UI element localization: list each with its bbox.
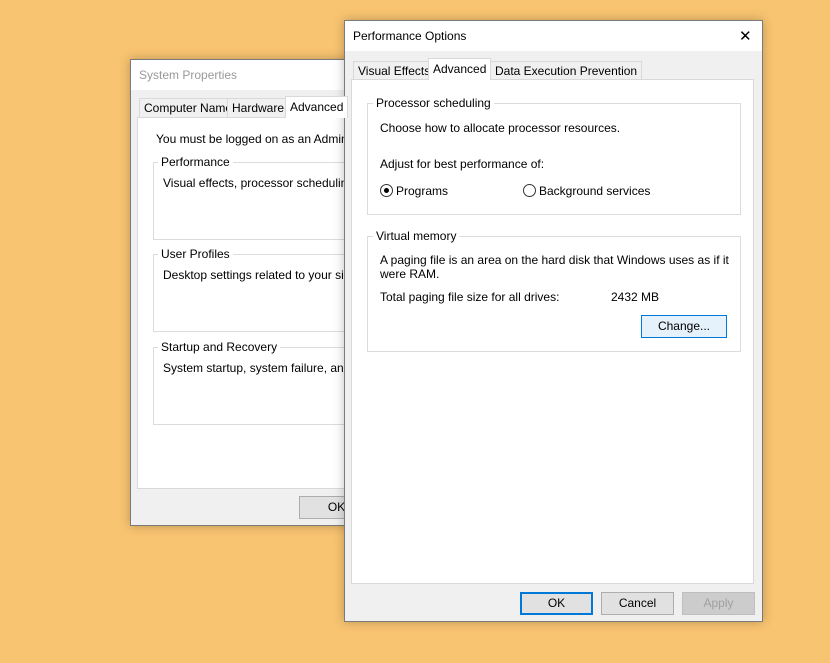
performance-options-title: Performance Options bbox=[353, 29, 467, 43]
system-properties-titlebar[interactable]: System Properties bbox=[131, 60, 371, 90]
total-paging-size-label: Total paging file size for all drives: bbox=[380, 290, 560, 304]
startup-recovery-description: System startup, system failure, and deb bbox=[163, 361, 374, 375]
change-button[interactable]: Change... bbox=[641, 315, 727, 338]
performance-options-window: Performance Options ✕ Visual Effects Adv… bbox=[344, 20, 763, 622]
advanced-panel: Processor scheduling Choose how to alloc… bbox=[351, 79, 754, 584]
ok-button[interactable]: OK bbox=[520, 592, 593, 615]
processor-scheduling-description: Choose how to allocate processor resourc… bbox=[380, 121, 621, 135]
background-services-radio-label[interactable]: Background services bbox=[539, 184, 650, 198]
user-profiles-description: Desktop settings related to your sign-in bbox=[163, 268, 371, 282]
programs-radio[interactable] bbox=[380, 184, 393, 197]
admin-note: You must be logged on as an Administrat bbox=[156, 132, 374, 146]
processor-scheduling-label: Processor scheduling bbox=[373, 96, 494, 110]
virtual-memory-label: Virtual memory bbox=[373, 229, 460, 243]
virtual-memory-group: Virtual memory A paging file is an area … bbox=[367, 229, 741, 352]
tab-hardware[interactable]: Hardware bbox=[227, 98, 290, 117]
background-services-radio[interactable] bbox=[523, 184, 536, 197]
system-properties-panel: You must be logged on as an Administrat … bbox=[137, 117, 383, 489]
programs-radio-label[interactable]: Programs bbox=[396, 184, 448, 198]
performance-description: Visual effects, processor scheduling, m bbox=[163, 176, 371, 190]
performance-options-titlebar[interactable]: Performance Options ✕ bbox=[345, 21, 762, 51]
tab-data-execution-prevention[interactable]: Data Execution Prevention bbox=[490, 61, 643, 80]
tab-advanced-sysprop[interactable]: Advanced bbox=[285, 96, 349, 118]
processor-scheduling-group: Processor scheduling Choose how to alloc… bbox=[367, 96, 741, 215]
close-icon[interactable]: ✕ bbox=[739, 27, 752, 45]
user-profiles-group-label: User Profiles bbox=[158, 247, 233, 261]
adjust-performance-label: Adjust for best performance of: bbox=[380, 157, 545, 171]
apply-button[interactable]: Apply bbox=[682, 592, 755, 615]
tab-advanced[interactable]: Advanced bbox=[428, 58, 492, 80]
cancel-button[interactable]: Cancel bbox=[601, 592, 674, 615]
system-properties-window: System Properties Computer Name Hardware… bbox=[130, 59, 383, 526]
paging-file-description-line1: A paging file is an area on the hard dis… bbox=[380, 253, 729, 267]
startup-recovery-group-label: Startup and Recovery bbox=[158, 340, 281, 354]
total-paging-size-value: 2432 MB bbox=[611, 290, 660, 304]
system-properties-title: System Properties bbox=[139, 68, 238, 82]
paging-file-description-line2: were RAM. bbox=[380, 267, 440, 281]
tab-visual-effects[interactable]: Visual Effects bbox=[353, 61, 436, 80]
performance-group-label: Performance bbox=[158, 155, 233, 169]
tab-computer-name[interactable]: Computer Name bbox=[139, 98, 238, 117]
